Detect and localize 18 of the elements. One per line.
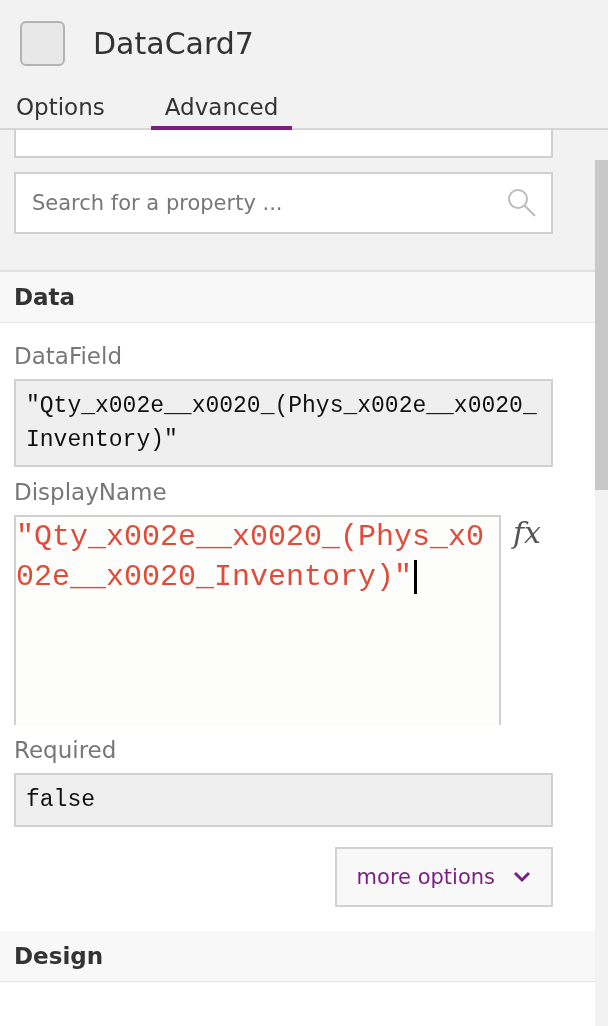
more-options-button[interactable]: more options — [334, 847, 553, 907]
formula-field[interactable]: "Qty_x002e__x0020_(Phys_x002e__x0020_Inventory)" — [14, 515, 501, 725]
property-value[interactable]: "Qty_x002e__x0020_(Phys_x002e__x0020_Inventory)" — [14, 379, 553, 467]
scrollbar-thumb[interactable] — [595, 160, 608, 490]
section-header[interactable]: Data — [0, 272, 595, 323]
search-field[interactable]: Search for a property ... — [14, 172, 553, 234]
control-icon — [20, 20, 65, 66]
text-cursor — [414, 560, 418, 595]
section-header[interactable]: Design — [0, 931, 595, 982]
search-icon — [507, 188, 537, 218]
property-value[interactable]: false — [14, 773, 553, 827]
control-title: DataCard7 — [93, 25, 254, 61]
fx-button[interactable]: fx — [513, 515, 553, 725]
chevron-down-icon — [513, 871, 531, 883]
tab[interactable]: Options — [2, 90, 119, 130]
property-label: DataField — [14, 343, 123, 369]
property-label: Required — [14, 737, 118, 763]
property-label: DisplayName — [14, 479, 168, 505]
